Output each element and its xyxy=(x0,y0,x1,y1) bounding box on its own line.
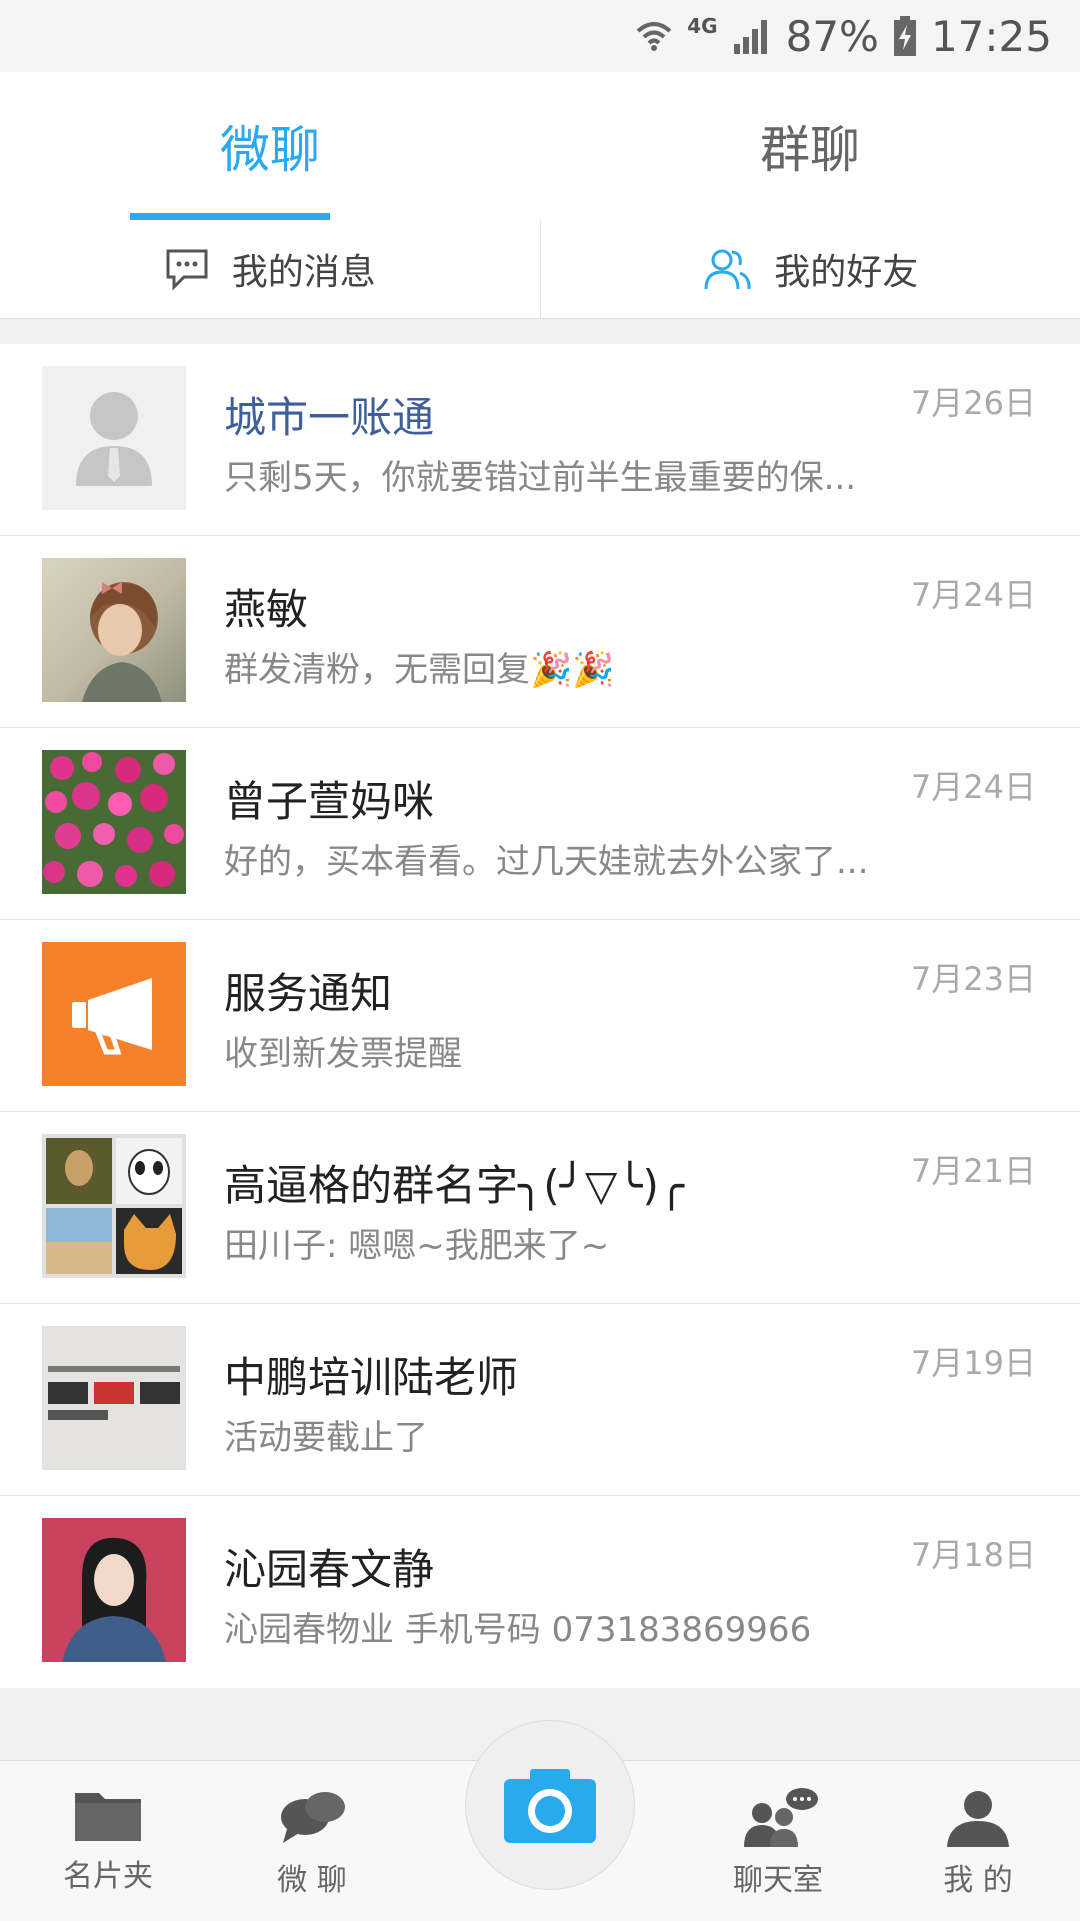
nav-label: 聊天室 xyxy=(733,1855,823,1899)
conversation-item[interactable]: 中鹏培训陆老师 活动要截止了 7月19日 xyxy=(0,1304,1080,1496)
conversation-item[interactable]: 曾子萱妈咪 好的，买本看看。过几天娃就去外公家了... 7月24日 xyxy=(0,728,1080,920)
nav-label: 名片夹 xyxy=(63,1851,153,1895)
conversation-item[interactable]: 服务通知 收到新发票提醒 7月23日 xyxy=(0,920,1080,1112)
clock: 17:25 xyxy=(931,12,1052,61)
conversation-date: 7月23日 xyxy=(911,954,1036,1000)
woman-photo-avatar xyxy=(42,1518,186,1662)
conversation-date: 7月21日 xyxy=(911,1146,1036,1192)
conversation-name: 城市一账通 xyxy=(224,384,434,445)
conversation-preview: 活动要截止了 xyxy=(224,1410,914,1459)
my-messages-label: 我的消息 xyxy=(232,243,376,295)
nav-label: 我 的 xyxy=(943,1855,1013,1899)
conversation-name: 曾子萱妈咪 xyxy=(224,768,434,829)
conversation-name: 中鹏培训陆老师 xyxy=(224,1344,518,1405)
tab-qunliao[interactable]: 群聊 xyxy=(540,72,1080,220)
nav-card-holder[interactable]: 名片夹 xyxy=(18,1761,198,1921)
conversation-preview: 只剩5天，你就要错过前半生最重要的保... xyxy=(224,450,914,499)
friends-icon xyxy=(702,247,752,291)
conversation-item[interactable]: 城市一账通 只剩5天，你就要错过前半生最重要的保... 7月26日 xyxy=(0,344,1080,536)
camera-button[interactable] xyxy=(465,1720,635,1890)
flowers-photo-avatar xyxy=(42,750,186,894)
nav-chatroom[interactable]: 聊天室 xyxy=(688,1761,868,1921)
top-tabs: 微聊 群聊 xyxy=(0,72,1080,221)
conversation-preview: 群发清粉，无需回复🎉🎉 xyxy=(224,642,914,691)
conversation-date: 7月18日 xyxy=(911,1530,1036,1576)
wifi-icon xyxy=(635,17,673,55)
signal-icon xyxy=(732,18,772,54)
conversation-date: 7月24日 xyxy=(911,762,1036,808)
tab-weiliao[interactable]: 微聊 xyxy=(0,72,540,220)
group-collage-avatar xyxy=(42,1134,186,1278)
conversation-preview: 收到新发票提醒 xyxy=(224,1026,914,1075)
tab-label: 群聊 xyxy=(760,110,860,182)
sub-tabs: 我的消息 我的好友 xyxy=(0,220,1080,319)
default-person-avatar xyxy=(42,366,186,510)
megaphone-avatar xyxy=(42,942,186,1086)
nav-weiliao[interactable]: 微 聊 xyxy=(222,1761,402,1921)
conversation-date: 7月24日 xyxy=(911,570,1036,616)
nav-me[interactable]: 我 的 xyxy=(888,1761,1068,1921)
chat-bubbles-icon xyxy=(277,1787,347,1847)
network-type: 4G xyxy=(687,14,717,38)
my-friends-label: 我的好友 xyxy=(774,243,918,295)
tab-label: 微聊 xyxy=(220,110,320,182)
folder-icon xyxy=(73,1787,143,1843)
conversation-name: 沁园春文静 xyxy=(224,1536,434,1597)
conversation-item[interactable]: 沁园春文静 沁园春物业 手机号码 073183869966 7月18日 xyxy=(0,1496,1080,1688)
battery-percent: 87% xyxy=(786,12,879,61)
conversation-name: 高逼格的群名字╮(╯▽╰)╭ xyxy=(224,1152,684,1213)
chat-bubble-icon xyxy=(164,247,210,291)
text-poster-avatar xyxy=(42,1326,186,1470)
conversation-preview: 沁园春物业 手机号码 073183869966 xyxy=(224,1602,914,1651)
my-messages-button[interactable]: 我的消息 xyxy=(0,220,540,318)
conversation-item[interactable]: 高逼格的群名字╮(╯▽╰)╭ 田川子: 嗯嗯~我肥来了~ 7月21日 xyxy=(0,1112,1080,1304)
conversation-preview: 好的，买本看看。过几天娃就去外公家了... xyxy=(224,834,914,883)
conversation-item[interactable]: 燕敏 群发清粉，无需回复🎉🎉 7月24日 xyxy=(0,536,1080,728)
conversation-preview: 田川子: 嗯嗯~我肥来了~ xyxy=(224,1218,914,1267)
battery-charging-icon xyxy=(893,16,917,56)
nav-label: 微 聊 xyxy=(277,1855,347,1899)
conversation-name: 燕敏 xyxy=(224,576,308,637)
camera-icon xyxy=(500,1765,600,1845)
conversation-date: 7月19日 xyxy=(911,1338,1036,1384)
status-bar: 4G 87% 17:25 xyxy=(0,0,1080,72)
conversation-date: 7月26日 xyxy=(911,378,1036,424)
conversation-name: 服务通知 xyxy=(224,960,392,1021)
conversation-list: 城市一账通 只剩5天，你就要错过前半生最重要的保... 7月26日 燕敏 群发清… xyxy=(0,344,1080,1688)
chatroom-icon xyxy=(736,1787,820,1847)
profile-icon xyxy=(943,1787,1013,1847)
girl-photo-avatar xyxy=(42,558,186,702)
my-friends-button[interactable]: 我的好友 xyxy=(540,220,1080,318)
